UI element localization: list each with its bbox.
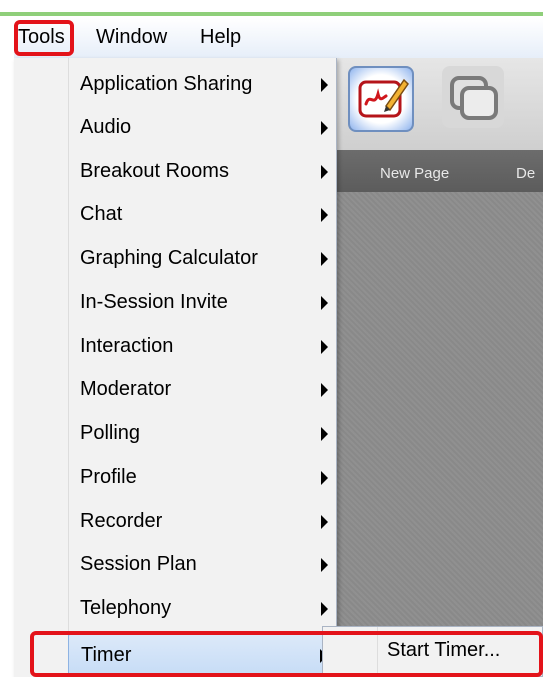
menu-item-label: Session Plan (80, 553, 197, 575)
menu-item-label: Telephony (80, 597, 172, 619)
submenu-arrow-icon (321, 78, 328, 92)
timer-highlight-box (30, 631, 543, 677)
submenu-arrow-icon (321, 558, 328, 572)
submenu-arrow-icon (321, 165, 328, 179)
submenu-arrow-icon (321, 471, 328, 485)
menu-item-breakout-rooms[interactable]: Breakout Rooms (68, 151, 336, 194)
menu-item-label: In-Session Invite (80, 291, 228, 313)
menu-item-moderator[interactable]: Moderator (68, 369, 336, 412)
submenu-arrow-icon (321, 602, 328, 616)
menu-item-label: Breakout Rooms (80, 160, 229, 182)
menu-item-application-sharing[interactable]: Application Sharing (68, 64, 336, 107)
menu-item-audio[interactable]: Audio (68, 107, 336, 150)
submenu-arrow-icon (321, 208, 328, 222)
menu-item-label: Application Sharing (80, 73, 253, 95)
menu-item-label: Interaction (80, 335, 174, 357)
menu-item-profile[interactable]: Profile (68, 457, 336, 500)
divider-line (0, 12, 543, 16)
duplicate-page-button[interactable] (442, 66, 504, 128)
menu-item-label: Audio (80, 116, 132, 138)
duplicate-page-label: De (516, 165, 536, 182)
tools-highlight-box (14, 20, 74, 56)
menu-item-label: Moderator (80, 378, 172, 400)
new-page-label: New Page (380, 165, 450, 182)
submenu-arrow-icon (321, 121, 328, 135)
tools-dropdown-menu: Application Sharing Audio Breakout Rooms… (14, 58, 337, 677)
menu-item-label: Graphing Calculator (80, 247, 258, 269)
menu-item-label: Chat (80, 203, 123, 225)
submenu-arrow-icon (321, 296, 328, 310)
menubar: Tools Window Help (14, 18, 543, 59)
submenu-arrow-icon (321, 383, 328, 397)
menu-icon-gutter (14, 58, 69, 677)
whiteboard-canvas[interactable]: New Page De (336, 58, 543, 677)
menu-item-session-plan[interactable]: Session Plan (68, 544, 336, 587)
menu-window[interactable]: Window (96, 26, 167, 49)
submenu-arrow-icon (321, 252, 328, 266)
menu-help[interactable]: Help (200, 26, 241, 49)
menu-item-label: Polling (80, 422, 141, 444)
duplicate-page-icon (450, 76, 498, 120)
submenu-arrow-icon (321, 515, 328, 529)
submenu-arrow-icon (321, 427, 328, 441)
menu-item-label: Profile (80, 466, 137, 488)
whiteboard-toolbar (336, 58, 543, 150)
menu-item-graphing-calculator[interactable]: Graphing Calculator (68, 238, 336, 281)
menu-item-chat[interactable]: Chat (68, 194, 336, 237)
menu-item-polling[interactable]: Polling (68, 413, 336, 456)
top-cropped-strip (0, 0, 543, 18)
menu-item-telephony[interactable]: Telephony (68, 588, 336, 631)
new-page-button[interactable] (348, 66, 414, 132)
new-page-icon (358, 78, 409, 118)
menu-item-recorder[interactable]: Recorder (68, 501, 336, 544)
submenu-arrow-icon (321, 340, 328, 354)
menu-item-in-session-invite[interactable]: In-Session Invite (68, 282, 336, 325)
toolbar-label-strip: New Page De (336, 150, 543, 192)
menu-item-label: Recorder (80, 510, 163, 532)
menu-item-interaction[interactable]: Interaction (68, 326, 336, 369)
